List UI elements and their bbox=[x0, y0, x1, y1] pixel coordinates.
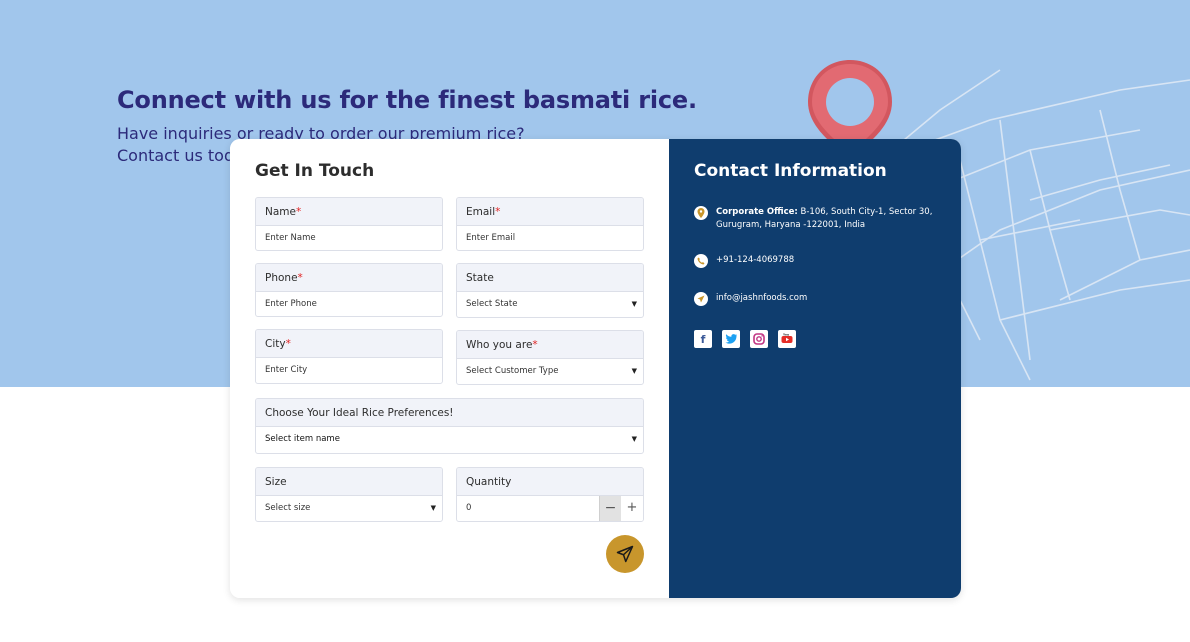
name-field: Name* Enter Name bbox=[255, 197, 443, 251]
email-label: Email* bbox=[457, 198, 643, 226]
office-label: Corporate Office: bbox=[716, 207, 798, 217]
office-address: Corporate Office: B-106, South City-1, S… bbox=[694, 206, 954, 234]
send-button[interactable] bbox=[606, 535, 644, 573]
quantity-input[interactable]: 0 bbox=[466, 503, 471, 513]
chevron-down-icon: ▼ bbox=[631, 435, 637, 443]
city-label: City* bbox=[256, 330, 442, 358]
facebook-icon[interactable]: f bbox=[694, 330, 712, 348]
social-links: f You bbox=[694, 330, 796, 348]
contact-phone[interactable]: +91-124-4069788 bbox=[694, 254, 954, 270]
city-field: City* Enter City bbox=[255, 329, 443, 384]
email-field: Email* Enter Email bbox=[456, 197, 644, 251]
quantity-field: Quantity 0 − + bbox=[456, 467, 644, 522]
phone-field: Phone* Enter Phone bbox=[255, 263, 443, 317]
rice-label: Choose Your Ideal Rice Preferences! bbox=[256, 399, 643, 427]
name-input[interactable]: Enter Name bbox=[256, 226, 442, 250]
chevron-down-icon: ▼ bbox=[631, 367, 637, 375]
who-field: Who you are* Select Customer Type ▼ bbox=[456, 330, 644, 385]
state-select[interactable]: Select State ▼ bbox=[457, 292, 643, 317]
hero-title: Connect with us for the finest basmati r… bbox=[117, 86, 697, 114]
state-field: State Select State ▼ bbox=[456, 263, 644, 318]
quantity-decrement-button[interactable]: − bbox=[599, 496, 621, 521]
contact-info-panel: Contact Information Corporate Office: B-… bbox=[669, 139, 961, 598]
state-label: State bbox=[457, 264, 643, 292]
city-input[interactable]: Enter City bbox=[256, 358, 442, 383]
form-title: Get In Touch bbox=[255, 161, 375, 181]
size-field: Size Select size ▼ bbox=[255, 467, 443, 522]
who-label: Who you are* bbox=[457, 331, 643, 359]
size-label: Size bbox=[256, 468, 442, 496]
contact-info-title: Contact Information bbox=[694, 161, 887, 181]
name-label: Name* bbox=[256, 198, 442, 226]
phone-number[interactable]: +91-124-4069788 bbox=[716, 254, 946, 267]
twitter-icon[interactable] bbox=[722, 330, 740, 348]
rice-field: Choose Your Ideal Rice Preferences! Sele… bbox=[255, 398, 644, 454]
contact-card: Get In Touch Name* Enter Name Email* Ent… bbox=[230, 139, 961, 598]
email-address[interactable]: info@jashnfoods.com bbox=[716, 292, 946, 305]
customer-type-select[interactable]: Select Customer Type ▼ bbox=[457, 359, 643, 384]
phone-icon bbox=[694, 254, 708, 268]
size-select[interactable]: Select size ▼ bbox=[256, 496, 442, 521]
phone-label: Phone* bbox=[256, 264, 442, 292]
svg-text:You: You bbox=[782, 333, 789, 337]
quantity-stepper: 0 − + bbox=[457, 496, 643, 521]
contact-email[interactable]: info@jashnfoods.com bbox=[694, 292, 954, 308]
phone-input[interactable]: Enter Phone bbox=[256, 292, 442, 316]
paper-plane-icon bbox=[616, 545, 634, 563]
quantity-increment-button[interactable]: + bbox=[621, 496, 643, 521]
youtube-icon[interactable]: You bbox=[778, 330, 796, 348]
chevron-down-icon: ▼ bbox=[631, 300, 637, 308]
rice-select[interactable]: Select item name ▼ bbox=[256, 427, 643, 452]
email-input[interactable]: Enter Email bbox=[457, 226, 643, 250]
instagram-icon[interactable] bbox=[750, 330, 768, 348]
location-icon bbox=[694, 206, 708, 220]
quantity-label: Quantity bbox=[457, 468, 643, 496]
contact-form: Get In Touch Name* Enter Name Email* Ent… bbox=[230, 139, 669, 598]
chevron-down-icon: ▼ bbox=[430, 504, 436, 512]
send-icon bbox=[694, 292, 708, 306]
